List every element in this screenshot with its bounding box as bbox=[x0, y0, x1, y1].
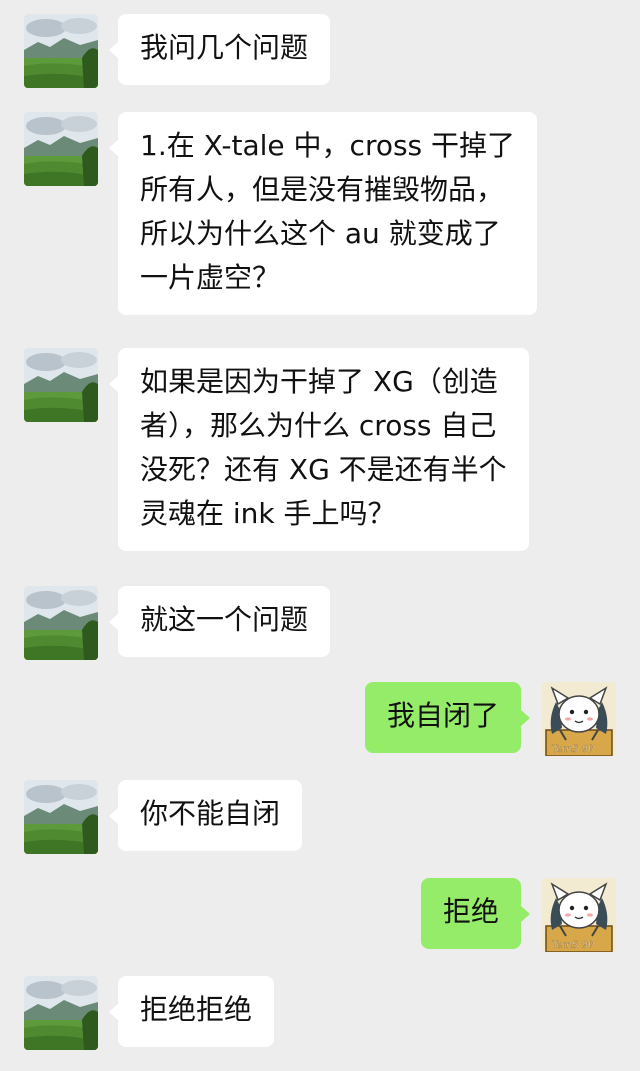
contact-avatar[interactable] bbox=[24, 780, 98, 854]
avatar-caption: Tem5 9P bbox=[551, 744, 594, 755]
incoming-message-bubble[interactable]: 如果是因为干掉了 XG（创造 者），那么为什么 cross 自己 没死？还有 X… bbox=[109, 348, 529, 551]
temmie-avatar-icon: Tem5 9P bbox=[542, 682, 616, 756]
incoming-message-bubble[interactable]: 就这一个问题 bbox=[108, 586, 331, 657]
landscape-avatar-icon bbox=[24, 780, 98, 854]
landscape-avatar-icon bbox=[24, 112, 98, 186]
avatar-caption: Tem5 9P bbox=[551, 940, 594, 951]
my-avatar[interactable]: Tem5 9P bbox=[542, 878, 616, 952]
landscape-avatar-icon bbox=[24, 348, 98, 422]
outgoing-message-bubble[interactable]: 拒绝 bbox=[420, 878, 531, 949]
incoming-message-bubble[interactable]: 1.在 X-tale 中，cross 干掉了 所有人，但是没有摧毁物品， 所以为… bbox=[108, 112, 538, 315]
contact-avatar[interactable] bbox=[24, 14, 98, 88]
contact-avatar[interactable] bbox=[24, 976, 98, 1050]
landscape-avatar-icon bbox=[24, 586, 98, 660]
incoming-message-bubble[interactable]: 你不能自闭 bbox=[108, 780, 303, 851]
landscape-avatar-icon bbox=[24, 976, 98, 1050]
temmie-avatar-icon: Tem5 9P bbox=[542, 878, 616, 952]
contact-avatar[interactable] bbox=[24, 112, 98, 186]
incoming-message-bubble[interactable]: 我问几个问题 bbox=[108, 14, 331, 85]
contact-avatar[interactable] bbox=[24, 586, 98, 660]
landscape-avatar-icon bbox=[24, 14, 98, 88]
contact-avatar[interactable] bbox=[24, 348, 98, 422]
my-avatar[interactable]: Tem5 9P bbox=[542, 682, 616, 756]
incoming-message-bubble[interactable]: 拒绝拒绝 bbox=[108, 976, 275, 1047]
outgoing-message-bubble[interactable]: 我自闭了 bbox=[364, 682, 531, 753]
